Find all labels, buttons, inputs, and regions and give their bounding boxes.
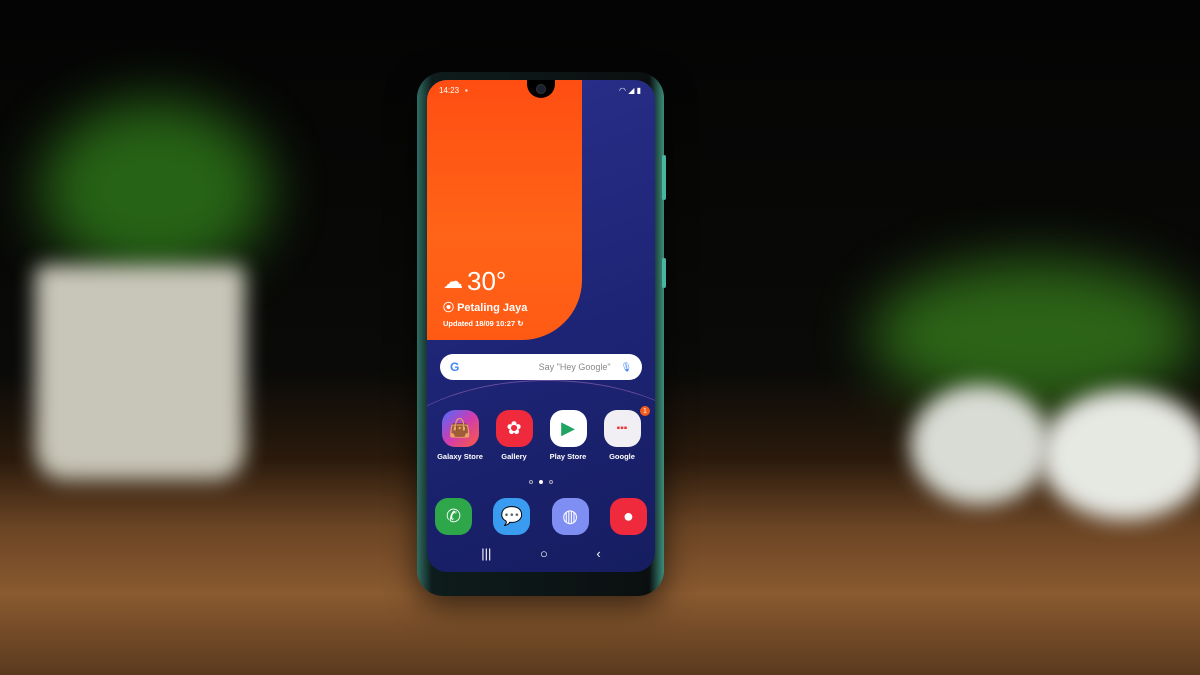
pot-right-2 <box>1040 390 1200 520</box>
location: Petaling Jaya <box>457 302 528 314</box>
pot-left <box>35 265 245 480</box>
image-icon: ▪ <box>465 86 468 95</box>
app-label: Google <box>609 452 635 461</box>
app-play-store[interactable]: ▶ Play Store <box>543 410 593 461</box>
battery-icon: ▮ <box>636 86 641 95</box>
refresh-icon[interactable]: ↻ <box>517 319 523 328</box>
dock: ✆ 💬 ◍ ● <box>435 498 647 535</box>
location-pin-icon: ⦿ <box>443 302 458 314</box>
shopping-bag-icon: 👜 <box>441 410 479 447</box>
internet-icon[interactable]: ◍ <box>551 498 589 535</box>
volume-button <box>662 155 666 200</box>
app-label: Gallery <box>501 452 527 461</box>
google-search-bar[interactable]: G Say "Hey Google" 🎙 <box>440 354 642 380</box>
flower-icon: ✿ <box>495 410 533 447</box>
play-triangle-icon: ▶ <box>549 410 587 447</box>
google-g-icon: G <box>450 360 460 374</box>
app-gallery[interactable]: ✿ Gallery <box>489 410 539 461</box>
home-apps: 👜 Galaxy Store ✿ Gallery ▶ Play Store ▪▪▪ 1 G… <box>435 406 650 461</box>
notification-badge: 1 <box>640 406 650 416</box>
status-time: 14:23 <box>439 86 460 95</box>
app-galaxy-store[interactable]: 👜 Galaxy Store <box>435 410 485 461</box>
page-dot[interactable] <box>549 480 553 484</box>
app-label: Galaxy Store <box>437 452 483 461</box>
app-google-folder[interactable]: ▪▪▪ 1 Google <box>597 406 650 461</box>
back-button[interactable]: ‹ <box>596 546 600 561</box>
page-dot-active[interactable] <box>539 480 543 484</box>
microphone-icon[interactable]: 🎙 <box>621 362 632 373</box>
folder-icon: ▪▪▪ <box>603 410 641 447</box>
home-button[interactable]: ○ <box>540 546 548 561</box>
temperature: 30° <box>467 266 507 296</box>
wallpaper-arc <box>427 380 655 572</box>
app-label: Play Store <box>549 452 587 461</box>
navigation-bar: ||| ○ ‹ <box>427 546 655 561</box>
cloud-fog-icon: ☁ <box>443 271 463 293</box>
plant-right <box>870 260 1200 410</box>
page-dot[interactable] <box>529 480 533 484</box>
phone-screen: 14:23 ▪ ◠ ◢ ▮ ☁ 30° ⦿ Petaling Jaya Updat… <box>427 80 655 572</box>
messages-icon[interactable]: 💬 <box>493 498 531 535</box>
power-button <box>662 258 666 288</box>
search-placeholder: Say "Hey Google" <box>538 362 611 372</box>
plant-left <box>40 100 270 280</box>
camera-icon[interactable]: ● <box>609 498 647 535</box>
recents-button[interactable]: ||| <box>481 546 491 561</box>
status-icons: ◠ ◢ ▮ <box>619 86 641 95</box>
updated-time: Updated 18/09 10:27 <box>443 319 516 328</box>
front-camera <box>536 84 546 94</box>
page-indicator[interactable] <box>427 480 655 484</box>
wifi-icon: ◠ <box>618 86 626 95</box>
signal-icon: ◢ <box>628 86 635 95</box>
phone-icon[interactable]: ✆ <box>435 498 472 535</box>
pot-right <box>910 385 1050 505</box>
weather-widget[interactable]: ☁ 30° ⦿ Petaling Jaya Updated 18/09 10:27… <box>443 266 527 328</box>
